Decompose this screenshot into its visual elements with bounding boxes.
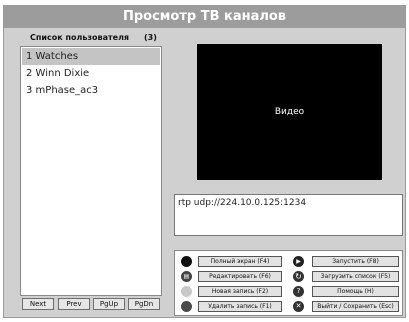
window-title: Просмотр ТВ каналов: [4, 6, 405, 28]
new-entry-button[interactable]: Новая запись (F2): [198, 286, 282, 297]
stream-url-field[interactable]: rtp udp://224.10.0.125:1234: [174, 194, 403, 236]
play-icon[interactable]: ▶: [293, 256, 304, 267]
prev-button[interactable]: Prev: [58, 298, 90, 310]
edit-icon[interactable]: ▤: [181, 271, 192, 282]
reload-icon[interactable]: ↻: [293, 271, 304, 282]
delete-entry-button[interactable]: Удалить запись (F1): [198, 301, 282, 312]
help-button[interactable]: Помощь (H): [312, 286, 399, 297]
fullscreen-button[interactable]: Полный экран (F4): [198, 256, 282, 267]
main-window: Просмотр ТВ каналов Список пользователя …: [3, 5, 406, 318]
next-button[interactable]: Next: [22, 298, 54, 310]
pgdn-button[interactable]: PgDn: [128, 298, 160, 310]
close-icon[interactable]: ✕: [293, 301, 304, 312]
video-label: Видео: [274, 107, 305, 117]
black-circle-icon[interactable]: [181, 256, 192, 267]
pgup-button[interactable]: PgUp: [93, 298, 125, 310]
list-item[interactable]: 3 mPhase_ac3: [22, 82, 160, 99]
controls-panel: Полный экран (F4) ▤ Редактировать (F6) Н…: [174, 250, 403, 316]
list-item[interactable]: 1 Watches: [22, 48, 160, 65]
start-button[interactable]: Запустить (F8): [312, 256, 399, 267]
user-list[interactable]: 1 Watches 2 Winn Dixie 3 mPhase_ac3: [20, 46, 162, 296]
list-item[interactable]: 2 Winn Dixie: [22, 65, 160, 82]
edit-button[interactable]: Редактировать (F6): [198, 271, 282, 282]
user-list-count: (3): [144, 33, 157, 42]
video-area[interactable]: Видео: [197, 44, 382, 180]
help-icon[interactable]: ?: [293, 286, 304, 297]
dark-circle-icon[interactable]: [181, 301, 192, 312]
light-circle-icon[interactable]: [181, 286, 192, 297]
exit-save-button[interactable]: Выйти / Сохранить (Esc): [312, 301, 399, 312]
load-list-button[interactable]: Загрузить список (F5): [312, 271, 399, 282]
user-list-header: Список пользователя: [30, 33, 130, 42]
